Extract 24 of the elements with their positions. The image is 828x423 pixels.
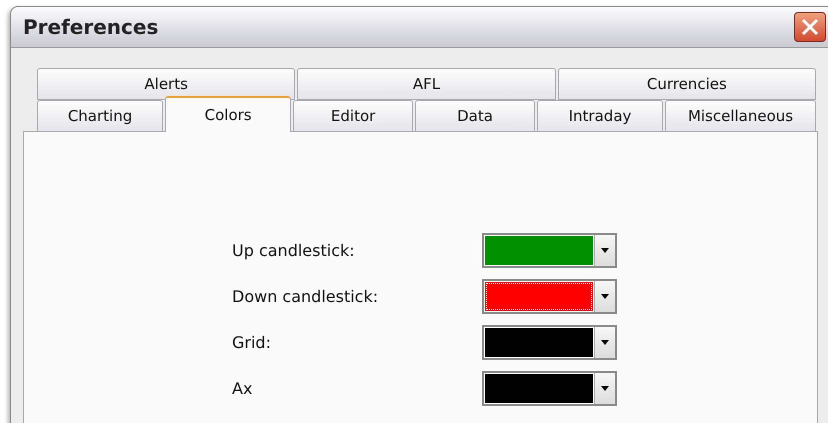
tab[interactable]: AFL <box>297 68 556 100</box>
setting-label: Up candlestick: <box>232 241 356 260</box>
tab[interactable]: Miscellaneous <box>665 100 816 132</box>
color-dropdown[interactable] <box>482 279 617 314</box>
setting-label: Grid: <box>232 333 272 352</box>
triangle-icon <box>601 294 609 299</box>
tab[interactable]: Currencies <box>558 68 816 100</box>
tab[interactable]: Data <box>415 100 535 132</box>
window-title: Preferences <box>23 15 158 39</box>
tab[interactable]: Alerts <box>37 68 296 100</box>
close-icon <box>800 17 820 37</box>
tab[interactable]: Colors <box>165 96 292 132</box>
triangle-icon <box>601 248 609 253</box>
setting-label: Down candlestick: <box>232 287 380 306</box>
tab[interactable]: Intraday <box>536 100 664 132</box>
color-dropdown[interactable] <box>482 233 617 268</box>
triangle-icon <box>601 386 609 391</box>
color-dropdown[interactable] <box>482 325 617 360</box>
close-button[interactable] <box>794 12 826 42</box>
tab[interactable]: Charting <box>37 100 164 132</box>
setting-label: Ax <box>232 379 254 398</box>
color-dropdown[interactable] <box>482 371 617 406</box>
tab[interactable]: Editor <box>293 100 414 132</box>
triangle-icon <box>601 340 609 345</box>
